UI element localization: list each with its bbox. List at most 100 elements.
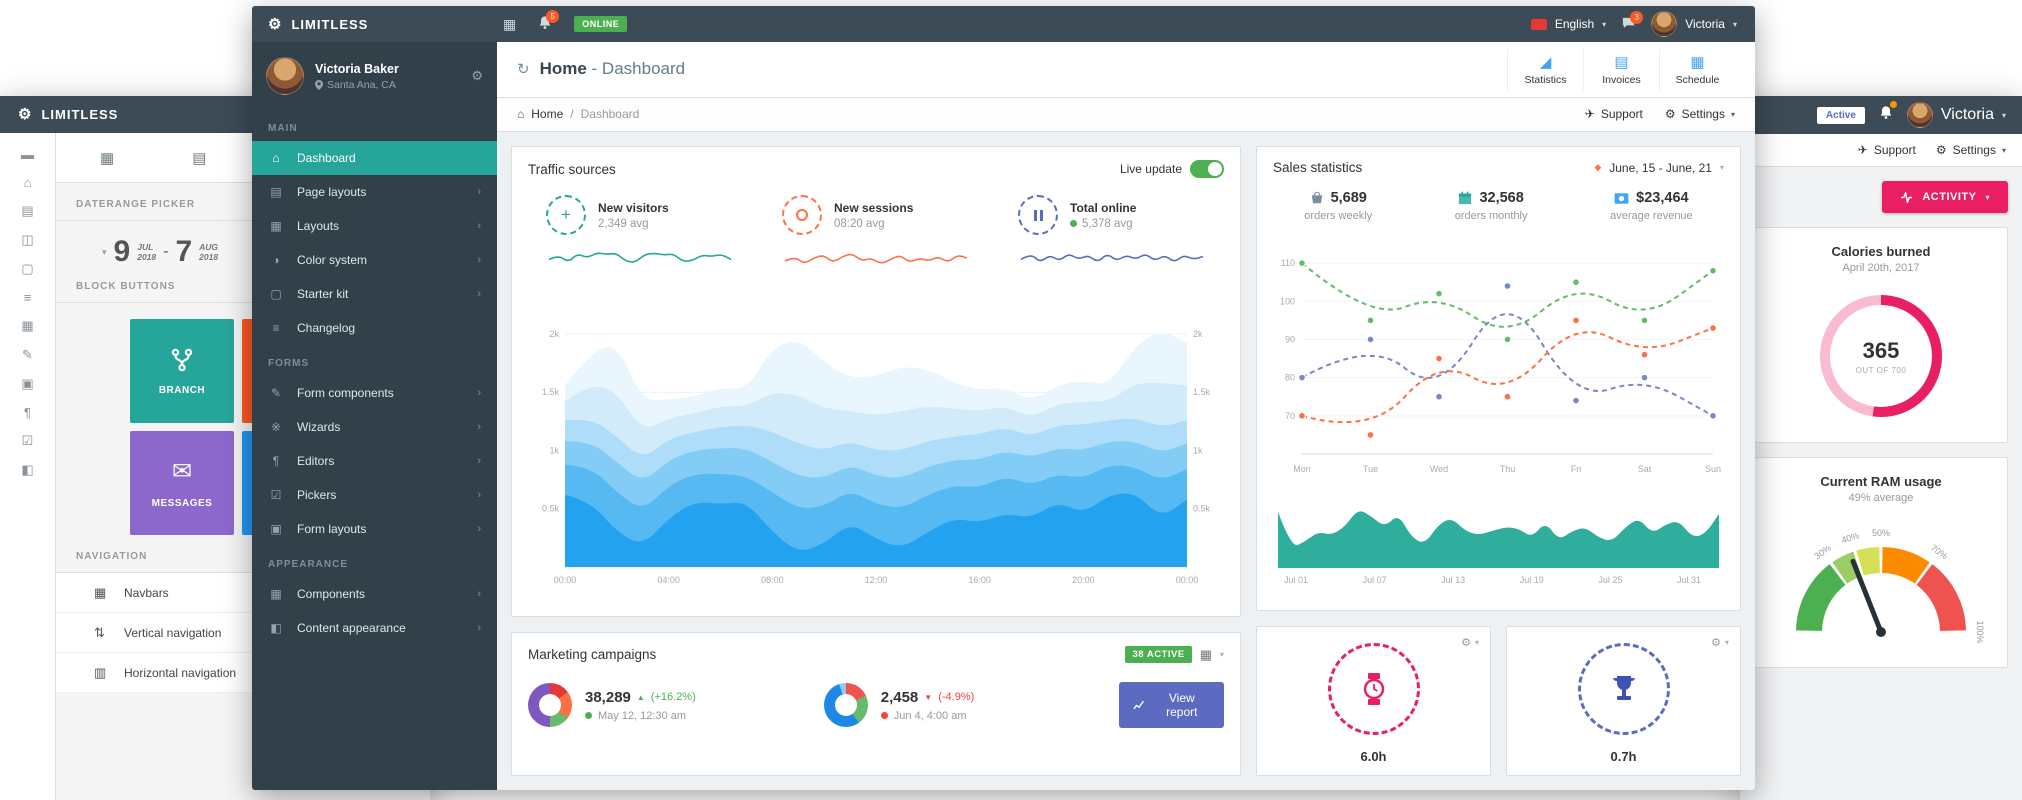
sales-date-range-picker[interactable]: ◆ June, 15 - June, 21 ▾ <box>1594 161 1724 175</box>
menu-grid-button[interactable]: ▦ <box>503 16 516 33</box>
rail-icon-pickers[interactable]: ☑ <box>0 433 55 449</box>
gear-icon[interactable]: ⚙ <box>471 68 483 84</box>
language-menu[interactable]: English ▾ <box>1530 17 1606 31</box>
starter-kit-icon: ▢ <box>270 287 282 301</box>
target-circle-icon <box>782 195 822 236</box>
home-icon: ⌂ <box>272 151 280 165</box>
stat-orders-weekly: 5,689 orders weekly <box>1304 190 1372 222</box>
campaign-value: 2,458 <box>880 688 919 706</box>
rail-icon-form-layouts[interactable]: ▣ <box>0 376 55 392</box>
rail-icon-changelog[interactable]: ≡ <box>0 290 55 305</box>
card-settings-menu[interactable]: ⚙ ▾ <box>1461 636 1479 649</box>
watch-icon <box>1363 673 1384 705</box>
block-button-label: BRANCH <box>158 384 206 396</box>
bell-button[interactable]: 5 <box>538 10 560 33</box>
content-appearance-icon: ◧ <box>270 621 282 635</box>
rail-icon-home[interactable]: ⌂ <box>0 175 55 190</box>
pulse-icon <box>1901 191 1913 203</box>
breadcrumb-home[interactable]: Home <box>531 107 563 121</box>
online-dot <box>1070 220 1077 228</box>
svg-text:80: 80 <box>1285 373 1295 383</box>
sidebar-item-label: Editors <box>297 454 335 468</box>
sidebar-user-name: Victoria Baker <box>315 61 399 76</box>
quick-link-invoices[interactable]: ▤ Invoices <box>1583 48 1659 90</box>
live-update-toggle[interactable] <box>1190 160 1224 179</box>
sidebar-section-label: MAIN <box>268 123 298 134</box>
notification-count-badge: 5 <box>546 10 560 23</box>
brand[interactable]: ⚙ LIMITLESS <box>18 107 118 122</box>
user-menu[interactable]: Victoria ▾ <box>1906 102 2006 128</box>
support-link[interactable]: ✈ Support <box>1858 143 1916 157</box>
brand[interactable]: ⚙ LIMITLESS <box>268 17 368 32</box>
grid-icon[interactable]: ▦ <box>1200 647 1212 663</box>
rail-icon-components[interactable]: ▦ <box>0 318 55 334</box>
brand-logo-icon: ⚙ <box>18 106 33 123</box>
svg-text:Jul 13: Jul 13 <box>1441 575 1465 585</box>
sidebar-item-dashboard[interactable]: ⌂ Dashboard <box>252 141 497 175</box>
sidebar-item-editors[interactable]: ¶ Editors › <box>252 444 497 478</box>
campaign-stat-1: 38,289 ▲ (+16.2%) May 12, 12:30 am <box>528 683 810 728</box>
svg-text:Fri: Fri <box>1571 464 1582 474</box>
sidebar-item-pickers[interactable]: ☑ Pickers › <box>252 478 497 512</box>
quick-link-label: Invoices <box>1602 73 1641 86</box>
chevron-down-icon: ▾ <box>1474 638 1479 647</box>
campaign-donut-chart <box>823 683 868 728</box>
support-label: Support <box>1873 143 1916 157</box>
sidebar-item-content-appearance[interactable]: ◧ Content appearance › <box>252 611 497 645</box>
rail-icon[interactable]: ▬ <box>0 147 55 162</box>
sidebar-item-color-system[interactable]: ◑ Color system › <box>252 243 497 277</box>
sidebar-user-card[interactable]: Victoria Baker Santa Ana, CA ⚙ <box>252 42 497 110</box>
active-badge[interactable]: Active <box>1816 106 1865 124</box>
user-menu[interactable]: Victoria ▾ <box>1651 11 1737 37</box>
svg-text:Jul 31: Jul 31 <box>1677 575 1701 585</box>
settings-menu[interactable]: ⚙ Settings ▾ <box>1665 107 1735 121</box>
messages-button[interactable]: 3 <box>1621 10 1644 33</box>
trophy-icon <box>1612 676 1635 700</box>
sidebar-item-components[interactable]: ▦ Components › <box>252 577 497 611</box>
sidebar-item-form-layouts[interactable]: ▣ Form layouts › <box>252 512 497 546</box>
sidebar-item-changelog[interactable]: ≡ Changelog <box>252 311 497 345</box>
tab-grid2-icon[interactable]: ▤ <box>192 149 206 167</box>
block-button-messages[interactable]: ✉ MESSAGES <box>130 431 234 535</box>
tab-grid-icon[interactable]: ▦ <box>100 149 114 167</box>
sidebar-item-label: Starter kit <box>297 287 349 301</box>
sidebar-item-page-layouts[interactable]: ▤ Page layouts › <box>252 175 497 209</box>
activity-button[interactable]: ACTIVITY ▾ <box>1882 181 2008 213</box>
support-label: Support <box>1600 107 1643 122</box>
bell-button[interactable] <box>1879 101 1897 125</box>
quick-link-schedule[interactable]: ▦ Schedule <box>1659 48 1735 90</box>
chevron-down-icon: ▾ <box>102 246 107 257</box>
rail-icon-starter[interactable]: ▢ <box>0 261 55 277</box>
rail-icon-forms[interactable]: ✎ <box>0 347 55 363</box>
mini-card-value: 0.7h <box>1610 749 1637 764</box>
settings-menu[interactable]: ⚙ Settings ▾ <box>1936 143 2006 157</box>
refresh-icon[interactable]: ↻ <box>517 60 530 78</box>
rail-icon-appearance[interactable]: ◧ <box>0 462 55 478</box>
rail-icon-pages[interactable]: ◫ <box>0 232 55 248</box>
svg-text:Thu: Thu <box>1500 464 1516 474</box>
svg-text:20:00: 20:00 <box>1072 575 1095 585</box>
active-count-badge: 38 ACTIVE <box>1125 646 1192 664</box>
page-subtitle: - Dashboard <box>591 59 686 79</box>
view-report-button[interactable]: View report <box>1119 682 1224 729</box>
ram-card: Current RAM usage 49% average 30% 40% 50% 7… <box>1754 457 2008 668</box>
rail-icon-layouts[interactable]: ▤ <box>0 203 55 219</box>
sidebar-item-layouts[interactable]: ▦ Layouts › <box>252 209 497 243</box>
chevron-right-icon: › <box>477 220 481 232</box>
campaign-delta: (-4.9%) <box>938 691 975 704</box>
sidebar-item-starter-kit[interactable]: ▢ Starter kit › <box>252 277 497 311</box>
card-settings-menu[interactable]: ⚙ ▾ <box>1711 636 1729 649</box>
support-link[interactable]: ✈ Support <box>1585 107 1643 121</box>
right-window-toolbar: ✈ Support ⚙ Settings ▾ <box>1740 134 2022 167</box>
visitors-sparkline <box>548 252 732 263</box>
date-from-month: JUL <box>137 241 154 252</box>
sidebar-item-form-components[interactable]: ✎ Form components › <box>252 376 497 410</box>
svg-text:16:00: 16:00 <box>968 575 991 585</box>
rail-icon-editors[interactable]: ¶ <box>0 405 55 420</box>
sidebar-item-wizards[interactable]: ※ Wizards › <box>252 410 497 444</box>
sidebar-section-label: FORMS <box>268 358 310 369</box>
quick-link-statistics[interactable]: ◢ Statistics <box>1507 48 1583 90</box>
gear-icon: ⚙ <box>1461 637 1471 649</box>
block-button-branch[interactable]: BRANCH <box>130 319 234 423</box>
marketing-campaigns-card: Marketing campaigns 38 ACTIVE ▦ ▾ 38,289… <box>511 632 1241 776</box>
